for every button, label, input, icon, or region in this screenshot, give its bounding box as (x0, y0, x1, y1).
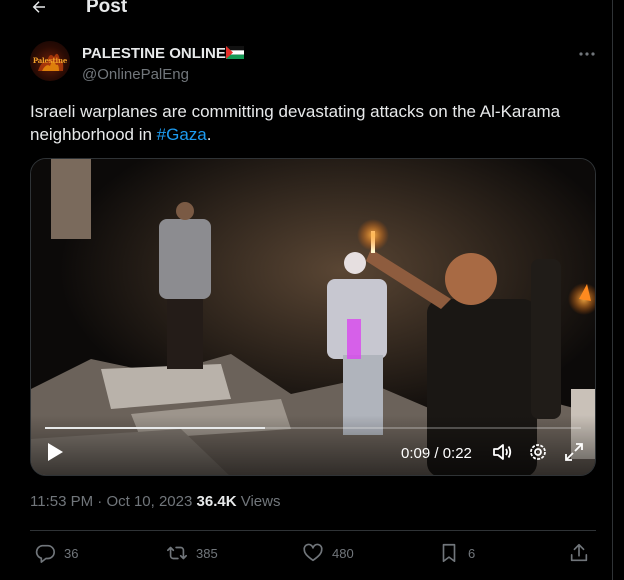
like-count: 480 (332, 545, 354, 561)
share-button[interactable] (568, 538, 590, 568)
reply-count: 36 (64, 545, 79, 561)
divider (30, 530, 596, 531)
post-text: Israeli warplanes are committing devasta… (30, 100, 600, 146)
video-player[interactable]: 0:09 / 0:22 (30, 158, 596, 476)
video-progress-bar[interactable] (45, 427, 581, 429)
author-name[interactable]: PALESTINE ONLINE (82, 45, 226, 62)
hashtag-link[interactable]: #Gaza (157, 125, 207, 144)
page-title: Post (86, 0, 128, 17)
post-date[interactable]: Oct 10, 2023 (106, 493, 192, 510)
post-text-body: Israeli warplanes are committing devasta… (30, 102, 561, 144)
bookmark-button[interactable]: 6 (438, 538, 475, 568)
more-icon[interactable] (577, 44, 597, 64)
post-meta: 11:53 PM · Oct 10, 2023 36.4K Views (30, 493, 280, 510)
repost-count: 385 (196, 545, 218, 561)
like-icon (303, 543, 323, 562)
repost-button[interactable]: 385 (166, 538, 218, 568)
views-count: 36.4K (196, 493, 237, 510)
fullscreen-icon[interactable] (563, 441, 585, 463)
avatar[interactable]: Palestine (30, 41, 70, 81)
share-icon (570, 543, 588, 562)
bookmark-count: 6 (468, 545, 476, 561)
play-icon[interactable] (45, 441, 65, 463)
meta-separator: · (93, 493, 107, 510)
views-label: Views (240, 493, 281, 510)
back-arrow-icon[interactable] (30, 0, 50, 22)
author-handle[interactable]: @OnlinePalEng (82, 66, 189, 83)
repost-icon (167, 546, 187, 560)
top-bar: Post (0, 0, 613, 22)
palestine-flag-icon (226, 46, 244, 59)
volume-icon[interactable] (491, 441, 513, 463)
video-progress-fill (45, 427, 265, 429)
reply-button[interactable]: 36 (34, 538, 78, 568)
bookmark-icon (442, 543, 456, 563)
post-text-end: . (206, 125, 212, 144)
action-bar: 36 385 480 6 (30, 538, 596, 568)
like-button[interactable]: 480 (302, 538, 354, 568)
avatar-logo-text: Palestine (32, 56, 68, 65)
post-time[interactable]: 11:53 PM (30, 493, 93, 510)
video-time: 0:09 / 0:22 (401, 445, 472, 462)
settings-icon[interactable] (527, 441, 549, 463)
post-column: Post Palestine PALESTINE ONLINE @OnlineP… (0, 0, 613, 580)
reply-icon (35, 544, 55, 563)
